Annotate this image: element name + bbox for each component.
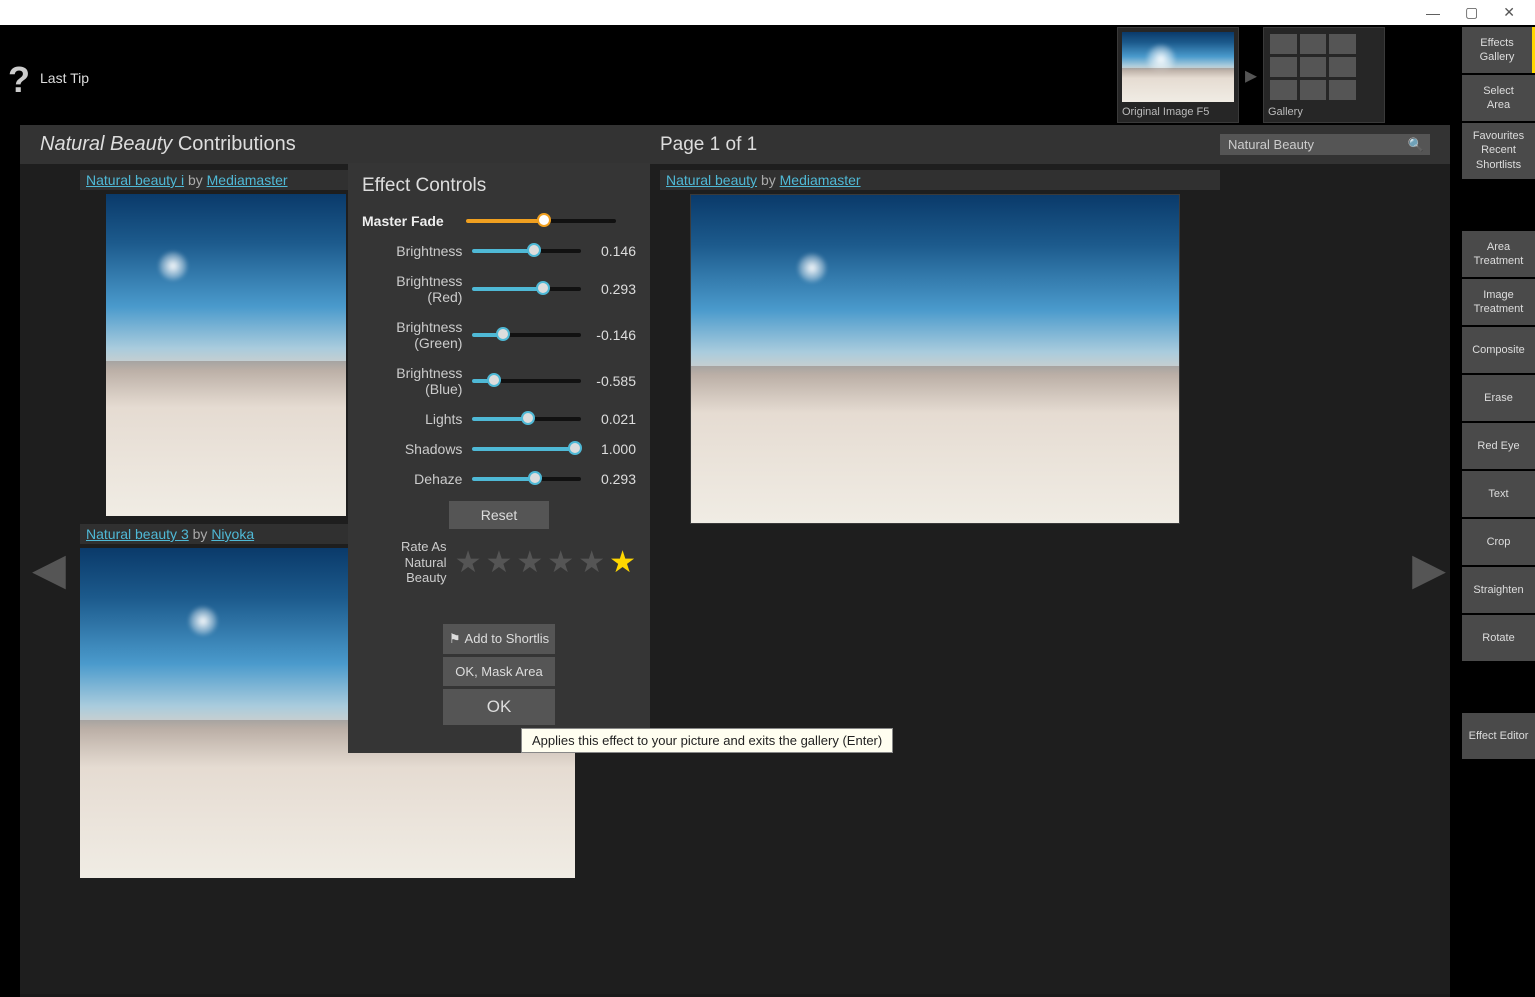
rail-image-treatment[interactable]: Image Treatment xyxy=(1462,279,1535,325)
slider-value-3: -0.585 xyxy=(587,373,636,389)
gallery-label: Gallery xyxy=(1268,106,1380,118)
slider-value-4: 0.021 xyxy=(587,411,636,427)
close-button[interactable]: ✕ xyxy=(1503,4,1515,21)
original-label: Original Image F5 xyxy=(1122,106,1234,118)
original-thumbnail xyxy=(1122,32,1234,102)
slider-label-6: Dehaze xyxy=(362,471,472,487)
item-2-image[interactable] xyxy=(690,194,1180,524)
panel-title: Effect Controls xyxy=(362,175,636,197)
gallery-card[interactable]: Gallery xyxy=(1263,27,1385,123)
item-2-header: Natural beauty by Mediamaster xyxy=(660,170,1220,190)
flag-icon: ⚑ xyxy=(449,631,461,646)
item-1-link[interactable]: Natural beauty i xyxy=(86,172,184,188)
effect-controls-panel: Effect Controls Master Fade Brightness 0.… xyxy=(348,163,650,753)
item-2-link[interactable]: Natural beauty xyxy=(666,172,757,188)
chevron-right-icon: ▸ xyxy=(1245,61,1257,90)
item-1-header: Natural beauty i by Mediamaster xyxy=(80,170,350,190)
gallery-header: Natural Beauty Contributions Page 1 of 1… xyxy=(20,125,1450,164)
maximize-button[interactable]: ▢ xyxy=(1465,4,1478,21)
rail-text[interactable]: Text xyxy=(1462,471,1535,517)
slider-label-5: Shadows xyxy=(362,441,472,457)
last-tip-link[interactable]: Last Tip xyxy=(40,70,89,86)
rail-straighten[interactable]: Straighten xyxy=(1462,567,1535,613)
rail-red-eye[interactable]: Red Eye xyxy=(1462,423,1535,469)
slider-label-2: Brightness (Green) xyxy=(362,319,472,351)
slider-5[interactable] xyxy=(472,447,580,451)
slider-value-2: -0.146 xyxy=(587,327,636,343)
rating-stars[interactable]: ★ ★ ★ ★ ★ ★ xyxy=(455,545,636,580)
master-fade-slider[interactable] xyxy=(466,219,616,223)
gallery-title: Natural Beauty Contributions xyxy=(40,133,296,156)
slider-value-6: 0.293 xyxy=(587,471,636,487)
original-image-card[interactable]: Original Image F5 xyxy=(1117,27,1239,123)
reset-button[interactable]: Reset xyxy=(449,501,550,529)
slider-label-3: Brightness (Blue) xyxy=(362,365,472,397)
slider-label-0: Brightness xyxy=(362,243,472,259)
rail-favourites[interactable]: Favourites Recent Shortlists xyxy=(1462,123,1535,179)
ok-mask-button[interactable]: OK, Mask Area xyxy=(443,657,555,686)
item-3-link[interactable]: Natural beauty 3 xyxy=(86,526,189,542)
rail-select-area[interactable]: Select Area xyxy=(1462,75,1535,121)
rail-crop[interactable]: Crop xyxy=(1462,519,1535,565)
help-icon[interactable]: ? xyxy=(8,59,30,101)
next-arrow[interactable]: ▶ xyxy=(1412,544,1446,595)
rail-rotate[interactable]: Rotate xyxy=(1462,615,1535,661)
star-1[interactable]: ★ xyxy=(455,545,482,580)
rail-composite[interactable]: Composite xyxy=(1462,327,1535,373)
window-titlebar: — ▢ ✕ xyxy=(0,0,1535,25)
star-4[interactable]: ★ xyxy=(547,545,574,580)
add-shortlist-button[interactable]: ⚑Add to Shortlis xyxy=(443,624,555,654)
slider-value-5: 1.000 xyxy=(587,441,636,457)
star-6[interactable]: ★ xyxy=(609,545,636,580)
slider-4[interactable] xyxy=(472,417,580,421)
item-1-image[interactable] xyxy=(106,194,346,516)
page-indicator: Page 1 of 1 xyxy=(660,134,757,156)
slider-2[interactable] xyxy=(472,333,580,337)
star-3[interactable]: ★ xyxy=(516,545,543,580)
rail-effects-gallery[interactable]: Effects Gallery xyxy=(1462,27,1535,73)
ok-tooltip: Applies this effect to your picture and … xyxy=(521,728,893,753)
item-3-author[interactable]: Niyoka xyxy=(211,526,254,542)
prev-arrow[interactable]: ◀ xyxy=(32,544,66,595)
item-1-author[interactable]: Mediamaster xyxy=(207,172,288,188)
search-input[interactable] xyxy=(1220,134,1430,155)
slider-0[interactable] xyxy=(472,249,580,253)
ok-button[interactable]: OK xyxy=(443,689,555,725)
slider-label-4: Lights xyxy=(362,411,472,427)
slider-value-0: 0.146 xyxy=(587,243,636,259)
slider-1[interactable] xyxy=(472,287,580,291)
star-5[interactable]: ★ xyxy=(578,545,605,580)
star-2[interactable]: ★ xyxy=(485,545,512,580)
slider-label-1: Brightness (Red) xyxy=(362,273,472,305)
item-3-header: Natural beauty 3 by Niyoka xyxy=(80,524,350,544)
item-2-author[interactable]: Mediamaster xyxy=(780,172,861,188)
slider-3[interactable] xyxy=(472,379,580,383)
right-toolbar: Effects Gallery Select Area Favourites R… xyxy=(1462,27,1535,759)
rail-area-treatment[interactable]: Area Treatment xyxy=(1462,231,1535,277)
search-icon[interactable]: 🔍 xyxy=(1408,137,1424,153)
slider-value-1: 0.293 xyxy=(587,281,636,297)
slider-6[interactable] xyxy=(472,477,580,481)
rate-label: Rate AsNatural Beauty xyxy=(362,539,447,586)
rail-effect-editor[interactable]: Effect Editor xyxy=(1462,713,1535,759)
gallery-grid-icon xyxy=(1268,32,1358,102)
rail-erase[interactable]: Erase xyxy=(1462,375,1535,421)
master-fade-label: Master Fade xyxy=(362,213,466,229)
minimize-button[interactable]: — xyxy=(1426,5,1440,21)
